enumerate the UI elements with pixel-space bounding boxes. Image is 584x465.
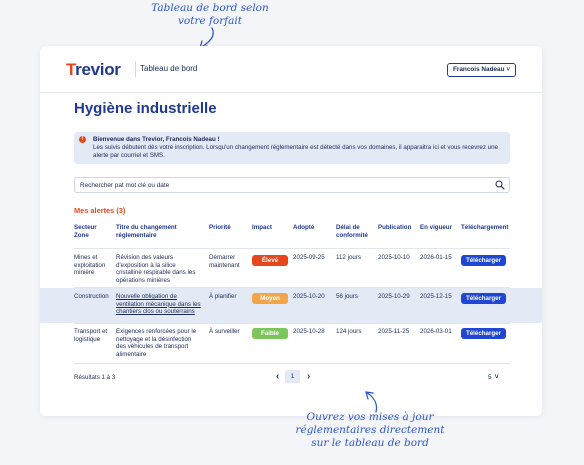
effective-cell: 2026-01-15	[420, 254, 452, 261]
alert-message: Les suivis débutent dès votre inscriptio…	[93, 144, 498, 159]
page-title: Hygiène industrielle	[74, 100, 217, 117]
sector-cell: Mines et exploitation minière	[74, 254, 106, 277]
column-header-delay[interactable]: Délai de conformité	[336, 224, 374, 240]
column-header-publication[interactable]: Publication	[378, 224, 418, 232]
search-input[interactable]	[80, 178, 480, 192]
row-divider	[74, 363, 510, 364]
top-annotation: Tableau de bord selon votre forfait	[130, 2, 290, 28]
column-header-effective[interactable]: En vigueur	[420, 224, 460, 232]
column-header-priority[interactable]: Priorité	[209, 224, 249, 232]
delay-cell: 56 jours	[336, 293, 359, 300]
column-header-download: Téléchargement	[461, 224, 509, 231]
priority-cell: Démarrer maintenant	[209, 254, 240, 269]
search-bar	[74, 177, 510, 193]
publication-cell: 2025-11-25	[378, 328, 410, 335]
per-page-value: 5	[488, 374, 492, 381]
chevron-right-icon[interactable]: ›	[307, 371, 310, 382]
logo-text: revior	[75, 60, 121, 79]
logo-mark: T	[66, 60, 76, 79]
download-button[interactable]: Télécharger	[461, 293, 506, 304]
welcome-alert: ! Bienvenue dans Trevior, Francois Nadea…	[74, 132, 510, 164]
chevron-left-icon[interactable]: ‹	[276, 371, 279, 382]
bottom-annotation: Ouvrez vos mises à jour réglementaires d…	[260, 411, 480, 450]
top-bar: Trevior Tableau de bord Francois Nadeau ˅	[40, 46, 542, 93]
change-title-cell[interactable]: Révision des valeurs d'exposition à la s…	[116, 254, 202, 284]
adopted-cell: 2025-10-20	[293, 293, 325, 300]
bottom-annotation-line3: sur le tableau de bord	[311, 437, 429, 450]
top-annotation-line1: Tableau de bord selon	[151, 2, 269, 14]
effective-cell: 2025-12-15	[420, 293, 452, 300]
effective-cell: 2026-03-01	[420, 328, 452, 335]
adopted-cell: 2025-09-25	[293, 254, 325, 261]
column-header-title[interactable]: Titre du changement réglementaire	[116, 224, 200, 240]
column-header-impact[interactable]: Impact	[252, 224, 288, 232]
alert-title: Bienvenue dans Trevior, Francois Nadeau …	[93, 136, 220, 143]
sector-cell: Construction	[74, 293, 109, 300]
alerts-table-header: Secteur Zone Titre du changement régleme…	[40, 224, 542, 248]
dashboard-label[interactable]: Tableau de bord	[140, 64, 197, 73]
delay-cell: 112 jours	[336, 254, 361, 261]
trevior-logo[interactable]: Trevior	[66, 60, 121, 80]
table-row: Mines et exploitation minière Révision d…	[40, 249, 542, 287]
impact-badge: Faible	[252, 328, 288, 339]
chevron-down-icon: ˅	[494, 374, 499, 381]
download-button[interactable]: Télécharger	[461, 255, 506, 266]
publication-cell: 2025-10-10	[378, 254, 410, 261]
bottom-annotation-line2: réglementaires directement	[295, 424, 445, 437]
page-button-current[interactable]: 1	[285, 370, 300, 383]
adopted-cell: 2025-10-28	[293, 328, 325, 335]
alert-icon: !	[79, 136, 86, 143]
user-name: Francois Nadeau	[452, 66, 505, 73]
impact-badge: Moyen	[252, 293, 288, 304]
search-icon[interactable]	[495, 180, 505, 190]
change-title-link[interactable]: Nouvelle obligation de ventilation mécan…	[116, 293, 204, 316]
change-title-cell[interactable]: Exigences renforcées pour le nettoyage e…	[116, 328, 202, 358]
user-menu-button[interactable]: Francois Nadeau ˅	[446, 63, 516, 77]
column-header-sector[interactable]: Secteur Zone	[74, 224, 110, 240]
per-page-select[interactable]: 5 ˅	[488, 374, 499, 381]
chevron-down-icon: ˅	[506, 67, 510, 73]
delay-cell: 124 jours	[336, 328, 362, 335]
results-count: Résultats 1 à 3	[74, 374, 116, 381]
table-row: Transport et logistique Exigences renfor…	[40, 324, 542, 362]
bottom-annotation-line1: Ouvrez vos mises à jour	[306, 411, 434, 423]
impact-badge: Élevé	[252, 255, 288, 266]
priority-cell: À surveiller	[209, 328, 240, 335]
alerts-section-title: Mes alertes (3)	[74, 206, 126, 215]
dashboard-card: Trevior Tableau de bord Francois Nadeau ˅…	[40, 46, 542, 416]
priority-cell: À planifier	[209, 293, 237, 300]
download-button[interactable]: Télécharger	[461, 328, 506, 339]
publication-cell: 2025-10-29	[378, 293, 410, 300]
table-row: Construction Nouvelle obligation de vent…	[40, 288, 542, 323]
header-divider	[135, 61, 136, 77]
column-header-adopted[interactable]: Adopté	[293, 224, 333, 232]
sector-cell: Transport et logistique	[74, 328, 108, 343]
